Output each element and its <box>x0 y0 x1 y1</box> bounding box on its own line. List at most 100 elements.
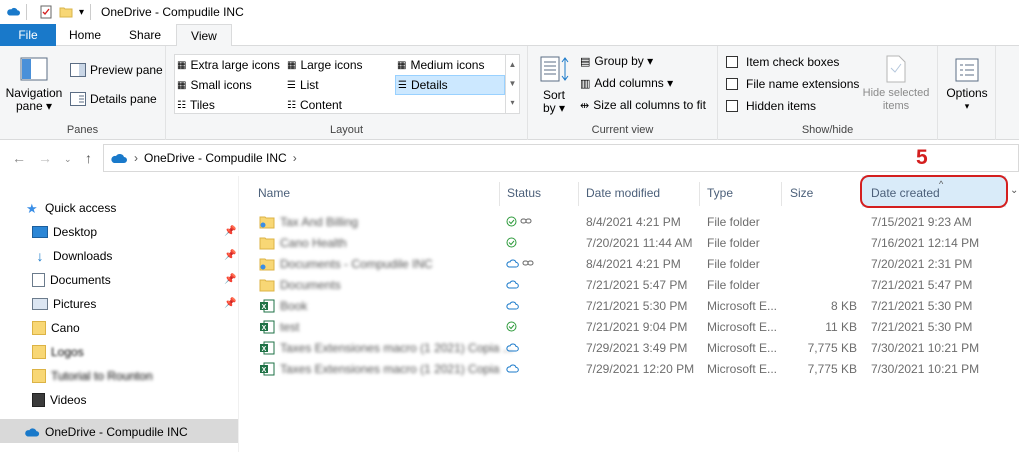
layout-tiles[interactable]: ☷ Tiles <box>177 95 215 115</box>
annotation-step-number: 5 <box>916 146 928 169</box>
layout-small-icons[interactable]: ▦ Small icons <box>177 75 252 95</box>
file-name-extensions-toggle[interactable]: File name extensions <box>726 75 859 93</box>
tab-file[interactable]: File <box>0 24 56 46</box>
table-row[interactable]: Cano Health 7/20/2021 11:44 AM File folder… <box>239 233 1019 254</box>
add-columns-button[interactable]: ▥ Add columns ▾ <box>580 74 673 92</box>
file-name[interactable]: test <box>280 320 299 334</box>
breadcrumb-separator-icon-2: › <box>292 151 297 165</box>
properties-icon[interactable] <box>39 5 53 19</box>
file-name[interactable]: Cano Health <box>280 236 347 250</box>
sidebar-item-desktop[interactable]: Desktop <box>32 221 97 243</box>
column-divider[interactable] <box>781 182 782 206</box>
file-name[interactable]: Documents <box>280 278 341 292</box>
pin-icon[interactable]: 📌 <box>224 298 236 309</box>
file-name-extensions-checkbox[interactable] <box>726 78 738 90</box>
column-header-date-modified[interactable]: Date modified <box>586 186 660 200</box>
file-name[interactable]: Documents - Compudile INC <box>280 257 433 271</box>
size-all-columns-button[interactable]: ⇹ Size all columns to fit <box>580 96 706 114</box>
sidebar-item-onedrive[interactable]: OneDrive - Compudile INC <box>24 421 188 443</box>
column-divider[interactable] <box>499 182 500 206</box>
sidebar-item-downloads[interactable]: ↓ Downloads <box>32 245 113 267</box>
details-icon: ☰ <box>398 79 407 91</box>
file-name[interactable]: Taxes Extensiones macro (1 2021) Copia <box>280 362 499 376</box>
column-header-size[interactable]: Size <box>790 186 813 200</box>
folder-icon <box>32 369 46 383</box>
item-check-boxes-label: Item check boxes <box>746 55 840 69</box>
file-name-extensions-label: File name extensions <box>746 77 860 91</box>
layout-content[interactable]: ☷ Content <box>287 95 342 115</box>
ribbon: Navigation pane ▾ Preview pane Details p… <box>0 46 1019 140</box>
svg-text:X: X <box>262 304 267 311</box>
column-divider[interactable] <box>699 182 700 206</box>
pin-icon[interactable]: 📌 <box>224 274 236 285</box>
column-header-status[interactable]: Status <box>507 186 541 200</box>
column-divider[interactable] <box>578 182 579 206</box>
layout-extra-large-icons[interactable]: ▦ Extra large icons <box>177 55 280 75</box>
layout-medium-icons[interactable]: ▦ Medium icons <box>397 55 484 75</box>
breadcrumb-onedrive[interactable]: OneDrive - Compudile INC <box>144 151 287 165</box>
file-name[interactable]: Tax And Billing <box>280 215 358 229</box>
table-row[interactable]: Documents 7/21/2021 5:47 PM File folder 7/2… <box>239 275 1019 296</box>
file-name[interactable]: Taxes Extensiones macro (1 2021) Copia .… <box>280 341 513 355</box>
preview-pane-button[interactable]: Preview pane <box>70 61 163 79</box>
size-columns-icon: ⇹ <box>580 99 590 112</box>
column-header-name[interactable]: Name <box>258 186 290 200</box>
back-arrow-icon[interactable]: ← <box>12 150 26 166</box>
layout-details[interactable]: ☰ Details <box>395 75 505 95</box>
sidebar-item-label: Pictures <box>53 297 97 311</box>
sidebar-item-documents[interactable]: Documents <box>32 269 111 291</box>
hidden-items-checkbox[interactable] <box>726 100 738 112</box>
ribbon-tabs: File Home Share View <box>0 24 1019 47</box>
sidebar-item-cano[interactable]: Cano <box>32 317 80 339</box>
up-arrow-icon[interactable]: ↑ <box>85 150 92 166</box>
group-by-button[interactable]: ▤ Group by ▾ <box>580 52 653 70</box>
sidebar-item-quick-access[interactable]: ★ Quick access <box>26 197 116 219</box>
table-row[interactable]: Tax And Billing 8/4/2021 4:21 PM File fold… <box>239 212 1019 233</box>
table-row[interactable]: X Taxes Extensiones macro (1 2021) Copia … <box>239 338 1019 359</box>
cloud-only-icon <box>506 259 519 268</box>
sync-status <box>506 342 519 352</box>
tab-view[interactable]: View <box>176 24 232 47</box>
sidebar-item-tutorial[interactable]: Tutorial to Rounton <box>32 365 153 387</box>
tab-home[interactable]: Home <box>56 24 114 46</box>
small-icons-icon: ▦ <box>177 79 187 91</box>
hide-selected-items-button[interactable]: Hide selected items <box>856 54 936 113</box>
excel-file-icon: X <box>259 320 275 334</box>
tab-share[interactable]: Share <box>114 24 176 46</box>
table-row[interactable]: Xtest 7/21/2021 9:04 PM Microsoft E... 11 K… <box>239 317 1019 338</box>
table-row[interactable]: X Taxes Extensiones macro (1 2021) Copia 7… <box>239 359 1019 380</box>
new-folder-icon[interactable] <box>59 5 73 19</box>
sidebar-item-videos[interactable]: Videos <box>32 389 86 411</box>
item-check-boxes-checkbox[interactable] <box>726 56 738 68</box>
item-check-boxes-toggle[interactable]: Item check boxes <box>726 53 839 71</box>
file-name[interactable]: Book <box>280 299 307 313</box>
recent-locations-chevron-icon[interactable]: ⌄ <box>64 154 72 165</box>
address-bar[interactable]: › OneDrive - Compudile INC › <box>103 144 1019 172</box>
file-date-created: 7/21/2021 5:30 PM <box>871 320 973 334</box>
star-icon: ★ <box>26 201 38 216</box>
layout-gallery-scroll[interactable]: ▲ ▼ ▾ <box>505 55 519 113</box>
sort-by-button[interactable]: Sort by ▾ <box>536 54 572 115</box>
forward-arrow-icon[interactable]: → <box>38 150 52 166</box>
svg-text:X: X <box>262 325 267 332</box>
sidebar-item-pictures[interactable]: Pictures <box>32 293 96 315</box>
layout-extra-large-icons-label: Extra large icons <box>190 58 280 72</box>
navigation-pane-button[interactable]: Navigation pane ▾ <box>4 56 64 113</box>
hidden-items-toggle[interactable]: Hidden items <box>726 97 816 115</box>
layout-list[interactable]: ☰ List <box>287 75 319 95</box>
layout-large-icons[interactable]: ▦ Large icons <box>287 55 363 75</box>
pin-icon[interactable]: 📌 <box>224 226 236 237</box>
details-pane-button[interactable]: Details pane <box>70 90 157 108</box>
file-type: File folder <box>707 215 760 229</box>
pin-icon[interactable]: 📌 <box>224 250 236 261</box>
table-row[interactable]: X Book 7/21/2021 5:30 PM Microsoft E... 8 KB… <box>239 296 1019 317</box>
column-header-type[interactable]: Type <box>707 186 733 200</box>
synced-check-icon <box>506 321 517 332</box>
customize-quick-access-icon[interactable]: ▾ <box>79 7 84 18</box>
onedrive-address-icon <box>111 153 127 163</box>
options-button[interactable]: Options ▾ <box>942 56 992 113</box>
table-row[interactable]: Documents - Compudile INC 8/4/2021 4:21 P… <box>239 254 1019 275</box>
sidebar-item-logos[interactable]: Logos <box>32 341 84 363</box>
list-icon: ☰ <box>287 79 296 91</box>
column-overflow-chevron-icon[interactable]: ⌄ <box>1010 185 1018 196</box>
